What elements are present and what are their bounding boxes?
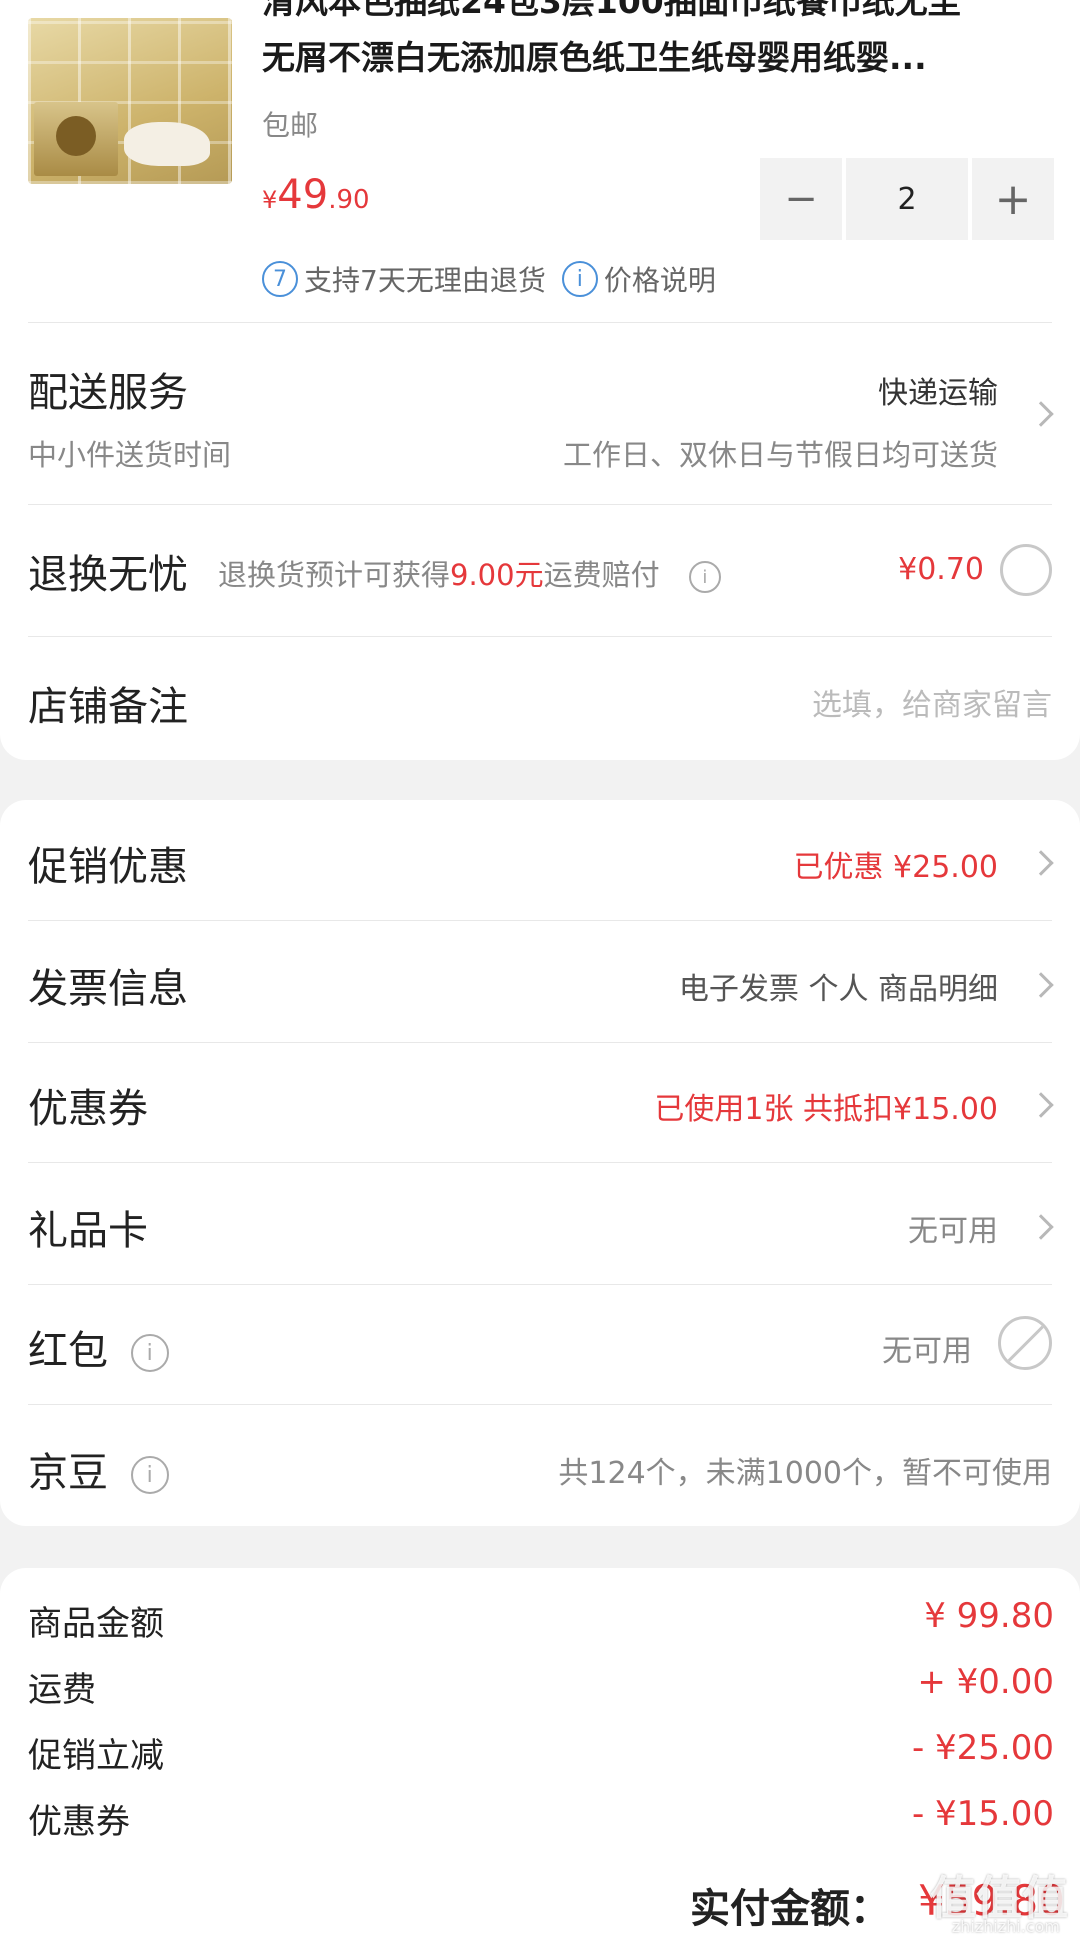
order-item-card: 清风本色抽纸24包3层100抽面巾纸餐巾纸无尘 无屑不漂白无添加原色纸卫生纸母婴… <box>0 0 1080 760</box>
goods-amount-value: ¥ 99.80 <box>924 1596 1054 1636</box>
coupon-value: 已使用1张 共抵扣¥15.00 <box>654 1092 998 1127</box>
return-policy-text[interactable]: 支持7天无理由退货 <box>304 259 546 299</box>
divider <box>28 1284 1052 1285</box>
chevron-right-icon <box>1028 1092 1054 1118</box>
jingdou-label-text: 京豆 <box>28 1450 108 1496</box>
unavailable-icon <box>998 1316 1052 1370</box>
product-title-line1: 清风本色抽纸24包3层100抽面巾纸餐巾纸无尘 <box>262 0 961 21</box>
promo-deduction-label: 促销立减 <box>28 1736 164 1776</box>
chevron-right-icon <box>1028 850 1054 876</box>
product-title-line2: 无屑不漂白无添加原色纸卫生纸母婴用纸婴... <box>262 38 927 77</box>
store-remark-label: 店铺备注 <box>28 684 188 730</box>
red-packet-label: 红包 i <box>28 1318 169 1376</box>
giftcard-label: 礼品卡 <box>28 1208 148 1254</box>
return-insurance-label: 退换无忧 <box>28 552 188 598</box>
free-shipping-label: 包邮 <box>262 109 319 142</box>
increase-quantity-button[interactable]: + <box>972 158 1054 240</box>
info-icon[interactable]: i <box>688 561 721 593</box>
promotion-value: 已优惠 ¥25.00 <box>793 850 998 885</box>
freight-label: 运费 <box>28 1670 96 1710</box>
invoice-label: 发票信息 <box>28 966 188 1012</box>
seven-day-return-icon: 7 <box>262 261 298 297</box>
coupon-deduction-value: - ¥15.00 <box>911 1794 1054 1834</box>
invoice-value: 电子发票 个人 商品明细 <box>678 972 998 1007</box>
return-insurance-desc-post: 运费赔付 <box>543 558 660 592</box>
delivery-label: 配送服务 <box>28 370 188 416</box>
return-insurance-desc-pre: 退换货预计可获得 <box>218 558 451 592</box>
product-price: ¥49.90 <box>262 172 370 218</box>
total-label: 实付金额： <box>690 1886 890 1932</box>
delivery-time-label: 中小件送货时间 <box>28 438 232 472</box>
promo-deduction-value: - ¥25.00 <box>911 1728 1054 1768</box>
divider <box>28 920 1052 921</box>
promotion-label: 促销优惠 <box>28 844 188 890</box>
giftcard-value: 无可用 <box>908 1214 998 1249</box>
info-icon[interactable]: i <box>130 1334 169 1372</box>
service-tags: 7 支持7天无理由退货 i 价格说明 <box>262 259 716 299</box>
price-note-link[interactable]: 价格说明 <box>604 259 716 299</box>
jingdou-label: 京豆 i <box>28 1440 169 1498</box>
decrease-quantity-button[interactable]: − <box>760 158 842 240</box>
chevron-right-icon <box>1028 401 1054 427</box>
divider <box>28 1404 1052 1405</box>
quantity-input[interactable]: 2 <box>846 158 968 240</box>
delivery-time-value: 工作日、双休日与节假日均可送货 <box>562 438 998 472</box>
divider <box>28 504 1052 505</box>
red-packet-label-text: 红包 <box>28 1328 108 1374</box>
divider <box>28 1042 1052 1043</box>
chevron-right-icon <box>1028 1214 1054 1240</box>
price-currency: ¥ <box>262 186 278 214</box>
product-title[interactable]: 清风本色抽纸24包3层100抽面巾纸餐巾纸无尘 无屑不漂白无添加原色纸卫生纸母婴… <box>262 0 1062 86</box>
coupon-deduction-label: 优惠券 <box>28 1802 130 1842</box>
info-icon[interactable]: i <box>130 1456 169 1494</box>
goods-amount-label: 商品金额 <box>28 1604 164 1644</box>
price-info-icon: i <box>561 261 598 297</box>
divider <box>28 322 1052 323</box>
return-insurance-radio[interactable] <box>1000 544 1052 596</box>
discount-card: 促销优惠 已优惠 ¥25.00 发票信息 电子发票 个人 商品明细 优惠券 已使… <box>0 800 1080 1526</box>
price-integer: 49 <box>277 172 329 218</box>
return-insurance-desc: 退换货预计可获得9.00元运费赔付 i <box>218 552 721 594</box>
return-insurance-amount: 9.00元 <box>450 558 544 592</box>
freight-value: + ¥0.00 <box>917 1662 1054 1702</box>
divider <box>28 1162 1052 1163</box>
product-thumbnail[interactable] <box>28 18 232 184</box>
divider <box>28 636 1052 637</box>
site-watermark-url: zhizhizhi.com <box>951 1917 1060 1936</box>
red-packet-value: 无可用 <box>882 1334 972 1369</box>
return-insurance-price: ¥0.70 <box>898 552 984 587</box>
coupon-label: 优惠券 <box>28 1086 148 1132</box>
chevron-right-icon <box>1028 972 1054 998</box>
price-decimal: .90 <box>328 185 370 215</box>
store-remark-input[interactable]: 选填，给商家留言 <box>812 680 1052 724</box>
delivery-method: 快递运输 <box>878 376 998 411</box>
jingdou-value: 共124个，未满1000个，暂不可使用 <box>558 1456 1052 1491</box>
